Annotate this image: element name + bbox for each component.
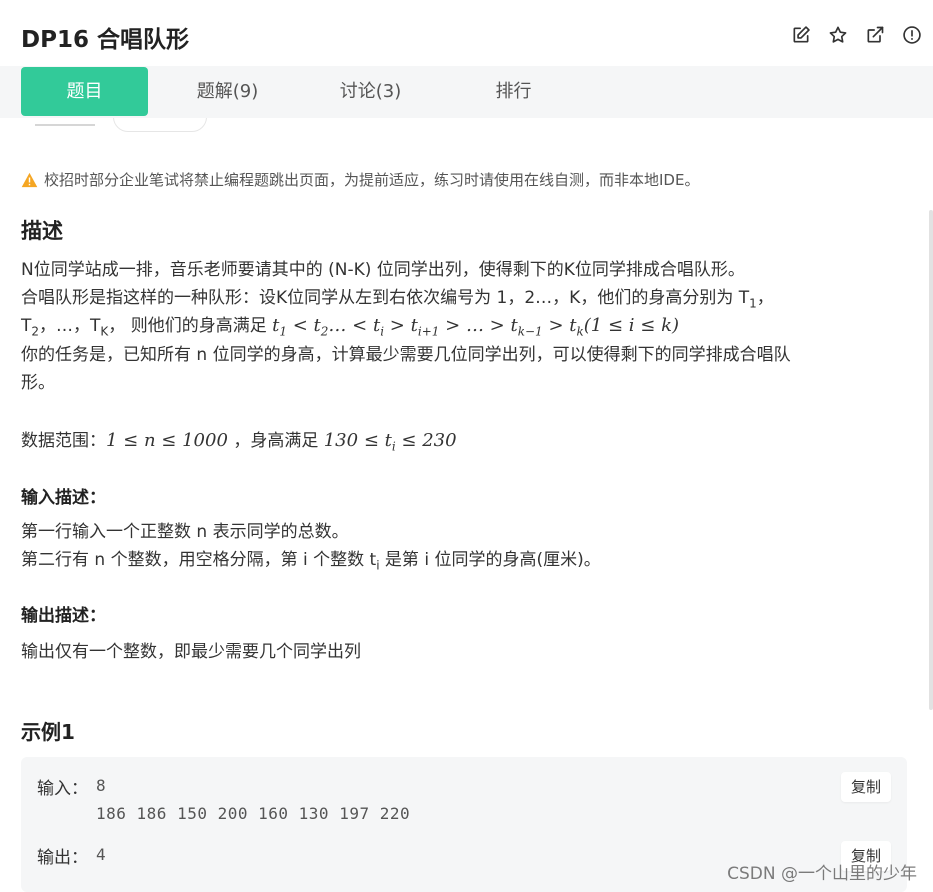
example-output-label: 输出： bbox=[37, 848, 88, 868]
problem-header: DP16 合唱队形 bbox=[0, 0, 933, 68]
height-condition-formula: t1 < t2… < ti > ti+1 > … > tk−1 > tk(1 ≤… bbox=[272, 315, 680, 339]
notice-bar: 校招时部分企业笔试将禁止编程题跳出页面，为提前适应，练习时请使用在线自测，而非本… bbox=[21, 169, 699, 190]
warning-icon bbox=[21, 172, 38, 187]
header-actions bbox=[790, 24, 923, 46]
desc-line-2: 合唱队形是指这样的一种队形：设K位同学从左到右依次编号为 1，2…，K，他们的身… bbox=[21, 288, 774, 311]
example-input-label: 输入： bbox=[37, 779, 88, 799]
height-range-formula: 130 ≤ ti ≤ 230 bbox=[323, 430, 457, 454]
example-heading: 示例1 bbox=[21, 720, 75, 744]
page-title: DP16 合唱队形 bbox=[21, 27, 189, 53]
tab-solutions[interactable]: 题解(9) bbox=[164, 67, 291, 116]
tab-bar: 题目 题解(9) 讨论(3) 排行 bbox=[0, 66, 933, 118]
external-link-icon[interactable] bbox=[864, 24, 886, 46]
scrolled-content-edge bbox=[21, 118, 211, 132]
example-input-line-2[interactable]: 186 186 150 200 160 130 197 220 bbox=[96, 804, 410, 823]
desc-line-1: N位同学站成一排，音乐老师要请其中的 (N-K) 位同学出列，使得剩下的K位同学… bbox=[21, 260, 745, 280]
info-icon[interactable] bbox=[901, 24, 923, 46]
n-range-formula: 1 ≤ n ≤ 1000 bbox=[106, 430, 228, 451]
tab-discussion[interactable]: 讨论(3) bbox=[307, 67, 434, 116]
watermark: CSDN @一个山里的少年 bbox=[727, 864, 917, 884]
edit-icon[interactable] bbox=[790, 24, 812, 46]
clipped-tag bbox=[113, 118, 207, 132]
tab-ranking[interactable]: 排行 bbox=[450, 67, 577, 116]
tab-problem[interactable]: 题目 bbox=[21, 67, 148, 116]
input-desc-line-2: 第二行有 n 个整数，用空格分隔，第 i 个整数 ti 是第 i 位同学的身高(… bbox=[21, 550, 601, 573]
clipped-text bbox=[35, 118, 95, 126]
copy-input-button[interactable]: 复制 bbox=[841, 772, 891, 802]
star-icon[interactable] bbox=[827, 24, 849, 46]
example-output-line-1[interactable]: 4 bbox=[96, 845, 106, 864]
output-description-heading: 输出描述： bbox=[21, 606, 106, 626]
input-desc-line-1: 第一行输入一个正整数 n 表示同学的总数。 bbox=[21, 522, 349, 542]
scrollbar[interactable] bbox=[929, 210, 933, 710]
example-input-line-1[interactable]: 8 bbox=[96, 776, 106, 795]
data-range: 数据范围：1 ≤ n ≤ 1000 ，身高满足 130 ≤ ti ≤ 230 bbox=[21, 430, 457, 454]
desc-line-3: T2，…，TK， 则他们的身高满足 t1 < t2… < ti > ti+1 >… bbox=[21, 315, 680, 339]
input-description-heading: 输入描述： bbox=[21, 488, 106, 508]
notice-text: 校招时部分企业笔试将禁止编程题跳出页面，为提前适应，练习时请使用在线自测，而非本… bbox=[44, 171, 700, 189]
output-desc-line-1: 输出仅有一个整数，即最少需要几个同学出列 bbox=[21, 642, 361, 662]
desc-line-4: 你的任务是，已知所有 n 位同学的身高，计算最少需要几位同学出列，可以使得剩下的… bbox=[21, 345, 791, 365]
description-heading: 描述 bbox=[21, 219, 63, 243]
desc-line-5: 形。 bbox=[21, 373, 55, 393]
